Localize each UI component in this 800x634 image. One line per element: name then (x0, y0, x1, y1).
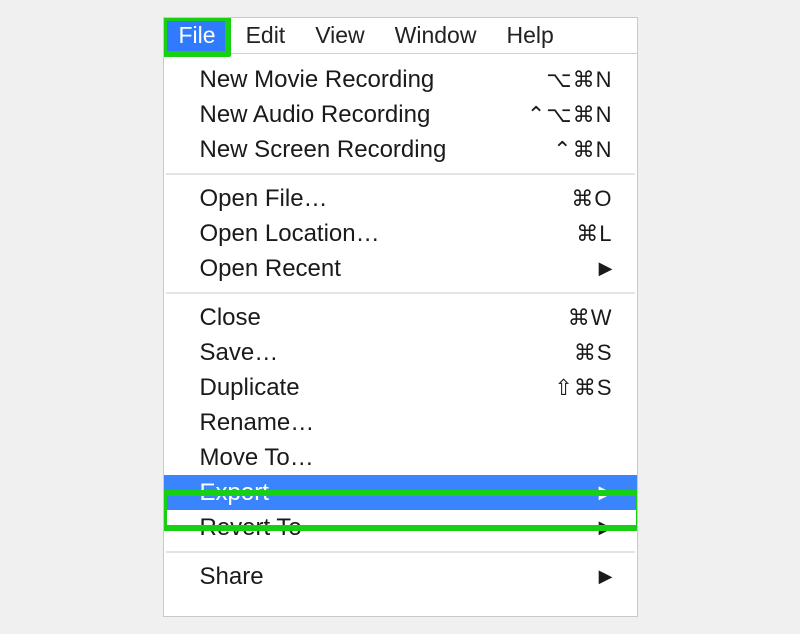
menu-item-save[interactable]: Save… ⌘S (164, 335, 637, 370)
menu-item-shortcut: ⌘L (576, 218, 612, 249)
menu-item-shortcut: ⌃⌥⌘N (527, 99, 613, 130)
menu-bar: File Edit View Window Help (164, 18, 637, 54)
window-frame: File Edit View Window Help New Movie Rec… (163, 17, 638, 617)
group-share: Share ▶ (164, 557, 637, 596)
menu-item-label: Rename… (200, 407, 315, 438)
menu-item-label: Export (200, 477, 269, 508)
menu-title-window[interactable]: Window (380, 18, 492, 53)
menu-item-new-movie-recording[interactable]: New Movie Recording ⌥⌘N (164, 62, 637, 97)
group-file-ops: Close ⌘W Save… ⌘S Duplicate ⇧⌘S Rename… … (164, 298, 637, 547)
menu-item-shortcut: ⌘O (571, 183, 612, 214)
menu-title-file[interactable]: File (164, 18, 231, 53)
separator (166, 292, 635, 294)
menu-item-shortcut: ⌃⌘N (553, 134, 612, 165)
menu-item-share[interactable]: Share ▶ (164, 559, 637, 594)
menu-title-view[interactable]: View (300, 18, 379, 53)
menu-item-shortcut: ⌥⌘N (546, 64, 612, 95)
menu-title-edit[interactable]: Edit (231, 18, 301, 53)
menu-item-label: New Screen Recording (200, 134, 447, 165)
file-dropdown: New Movie Recording ⌥⌘N New Audio Record… (164, 54, 637, 602)
chevron-right-icon: ▶ (599, 477, 613, 508)
menu-title-help[interactable]: Help (491, 18, 568, 53)
menu-item-export[interactable]: Export ▶ (164, 475, 637, 510)
separator (166, 173, 635, 175)
menu-item-label: New Movie Recording (200, 64, 435, 95)
menu-item-label: Duplicate (200, 372, 300, 403)
menu-item-label: Open Recent (200, 253, 341, 284)
menu-item-shortcut: ⌘W (568, 302, 613, 333)
menu-item-label: Open File… (200, 183, 328, 214)
menu-item-shortcut: ⌘S (574, 337, 613, 368)
chevron-right-icon: ▶ (599, 253, 613, 284)
menu-item-label: Move To… (200, 442, 314, 473)
menu-item-revert-to[interactable]: Revert To ▶ (164, 510, 637, 545)
chevron-right-icon: ▶ (599, 561, 613, 592)
menu-item-label: Share (200, 561, 264, 592)
group-new: New Movie Recording ⌥⌘N New Audio Record… (164, 60, 637, 169)
menu-item-open-recent[interactable]: Open Recent ▶ (164, 251, 637, 286)
separator (166, 551, 635, 553)
menu-item-label: New Audio Recording (200, 99, 431, 130)
menu-item-label: Revert To (200, 512, 302, 543)
menu-item-duplicate[interactable]: Duplicate ⇧⌘S (164, 370, 637, 405)
chevron-right-icon: ▶ (599, 512, 613, 543)
menu-item-label: Close (200, 302, 261, 333)
menu-item-new-screen-recording[interactable]: New Screen Recording ⌃⌘N (164, 132, 637, 167)
menu-item-label: Open Location… (200, 218, 380, 249)
menu-item-open-file[interactable]: Open File… ⌘O (164, 181, 637, 216)
menu-item-new-audio-recording[interactable]: New Audio Recording ⌃⌥⌘N (164, 97, 637, 132)
menu-item-label: Save… (200, 337, 279, 368)
menu-item-close[interactable]: Close ⌘W (164, 300, 637, 335)
menu-item-move-to[interactable]: Move To… (164, 440, 637, 475)
menu-item-shortcut: ⇧⌘S (554, 372, 612, 403)
menu-item-rename[interactable]: Rename… (164, 405, 637, 440)
group-open: Open File… ⌘O Open Location… ⌘L Open Rec… (164, 179, 637, 288)
menu-item-open-location[interactable]: Open Location… ⌘L (164, 216, 637, 251)
